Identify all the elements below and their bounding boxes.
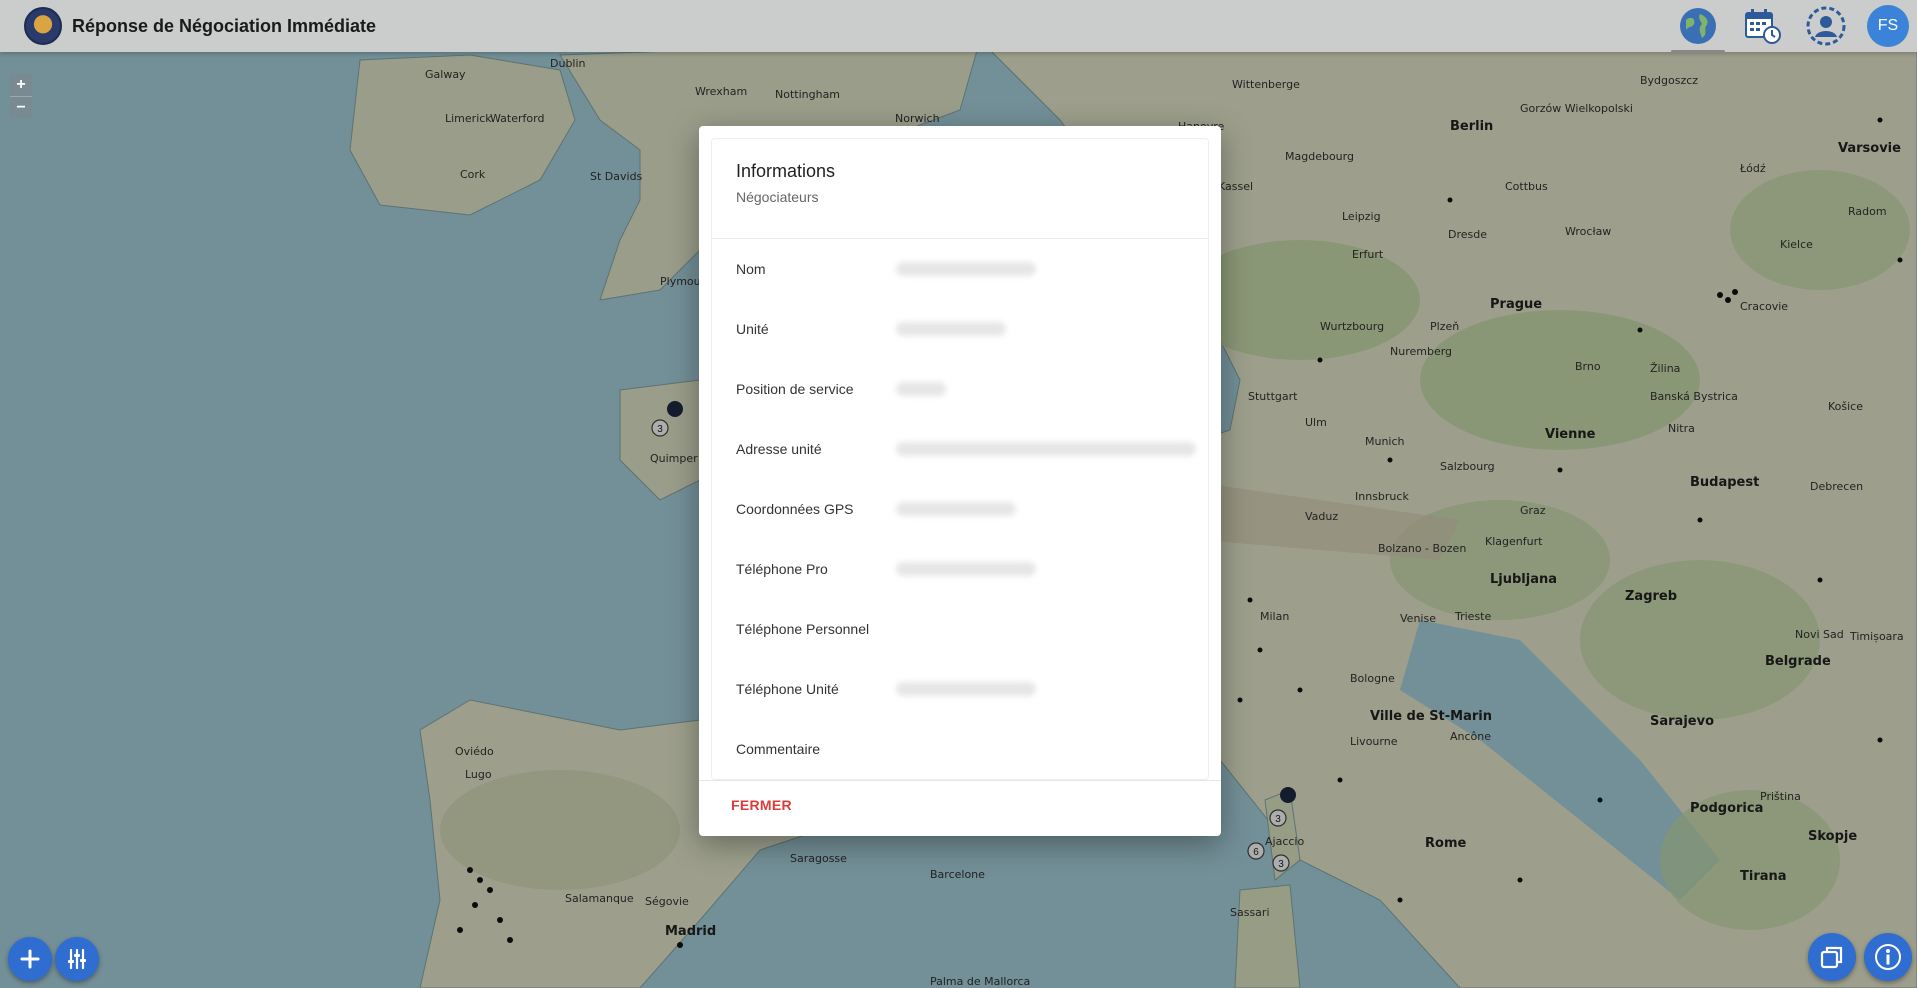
globe-icon: [1680, 8, 1716, 44]
row-label: Coordonnées GPS: [736, 501, 854, 517]
filters-button[interactable]: [55, 937, 99, 981]
info-button[interactable]: [1864, 933, 1912, 981]
app-header: Réponse de Négociation Immédiate FS: [0, 0, 1917, 53]
row-value-redacted: [896, 502, 1016, 516]
row-label: Position de service: [736, 381, 854, 397]
map-view-button[interactable]: [1671, 3, 1725, 53]
copy-icon: [1820, 946, 1843, 969]
info-rows: Nom Unité Position de service Adresse un…: [712, 239, 1208, 779]
row-label: Adresse unité: [736, 441, 822, 457]
zoom-control: + −: [10, 74, 32, 118]
info-row-telephone-personnel: Téléphone Personnel: [712, 599, 1208, 659]
row-label: Téléphone Personnel: [736, 621, 870, 637]
sliders-icon: [68, 948, 86, 970]
row-value-redacted: [896, 322, 1006, 336]
row-value-redacted: [896, 262, 1036, 276]
calendar-clock-icon: [1745, 9, 1781, 44]
info-card: Informations Négociateurs Nom Unité Posi…: [711, 138, 1209, 780]
row-value-redacted: [896, 382, 946, 396]
info-icon: [1875, 944, 1901, 970]
zoom-out-button[interactable]: −: [10, 96, 32, 118]
user-avatar[interactable]: FS: [1867, 5, 1909, 47]
row-label: Téléphone Unité: [736, 681, 839, 697]
row-label: Commentaire: [736, 741, 821, 757]
header-actions: FS: [1657, 0, 1917, 53]
app-logo: [24, 7, 62, 45]
row-label: Unité: [736, 321, 769, 337]
negotiators-button[interactable]: [1803, 3, 1849, 49]
info-row-adresse: Adresse unité: [712, 419, 1208, 479]
layers-button[interactable]: [1808, 933, 1856, 981]
row-value-redacted: [896, 442, 1196, 456]
info-row-unite: Unité: [712, 299, 1208, 359]
dialog-footer: FERMER: [699, 780, 1221, 836]
info-dialog: Informations Négociateurs Nom Unité Posi…: [699, 126, 1221, 836]
row-value-redacted: [896, 562, 1036, 576]
add-button[interactable]: [8, 937, 52, 981]
dialog-title: Informations: [736, 161, 836, 181]
info-row-commentaire: Commentaire: [712, 719, 1208, 779]
info-row-nom: Nom: [712, 239, 1208, 299]
info-row-position: Position de service: [712, 359, 1208, 419]
row-value-redacted: [896, 682, 1036, 696]
schedule-button[interactable]: [1739, 3, 1785, 49]
row-label: Téléphone Pro: [736, 561, 828, 577]
plus-icon: [20, 949, 40, 969]
dialog-header: Informations Négociateurs: [712, 139, 1208, 239]
dialog-subtitle: Négociateurs: [736, 189, 819, 205]
close-button[interactable]: FERMER: [731, 797, 792, 813]
info-row-telephone-pro: Téléphone Pro: [712, 539, 1208, 599]
zoom-in-button[interactable]: +: [10, 74, 32, 96]
user-settings-icon: [1806, 6, 1846, 46]
info-row-gps: Coordonnées GPS: [712, 479, 1208, 539]
app-title: Réponse de Négociation Immédiate: [72, 15, 377, 36]
row-label: Nom: [736, 261, 766, 277]
info-row-telephone-unite: Téléphone Unité: [712, 659, 1208, 719]
